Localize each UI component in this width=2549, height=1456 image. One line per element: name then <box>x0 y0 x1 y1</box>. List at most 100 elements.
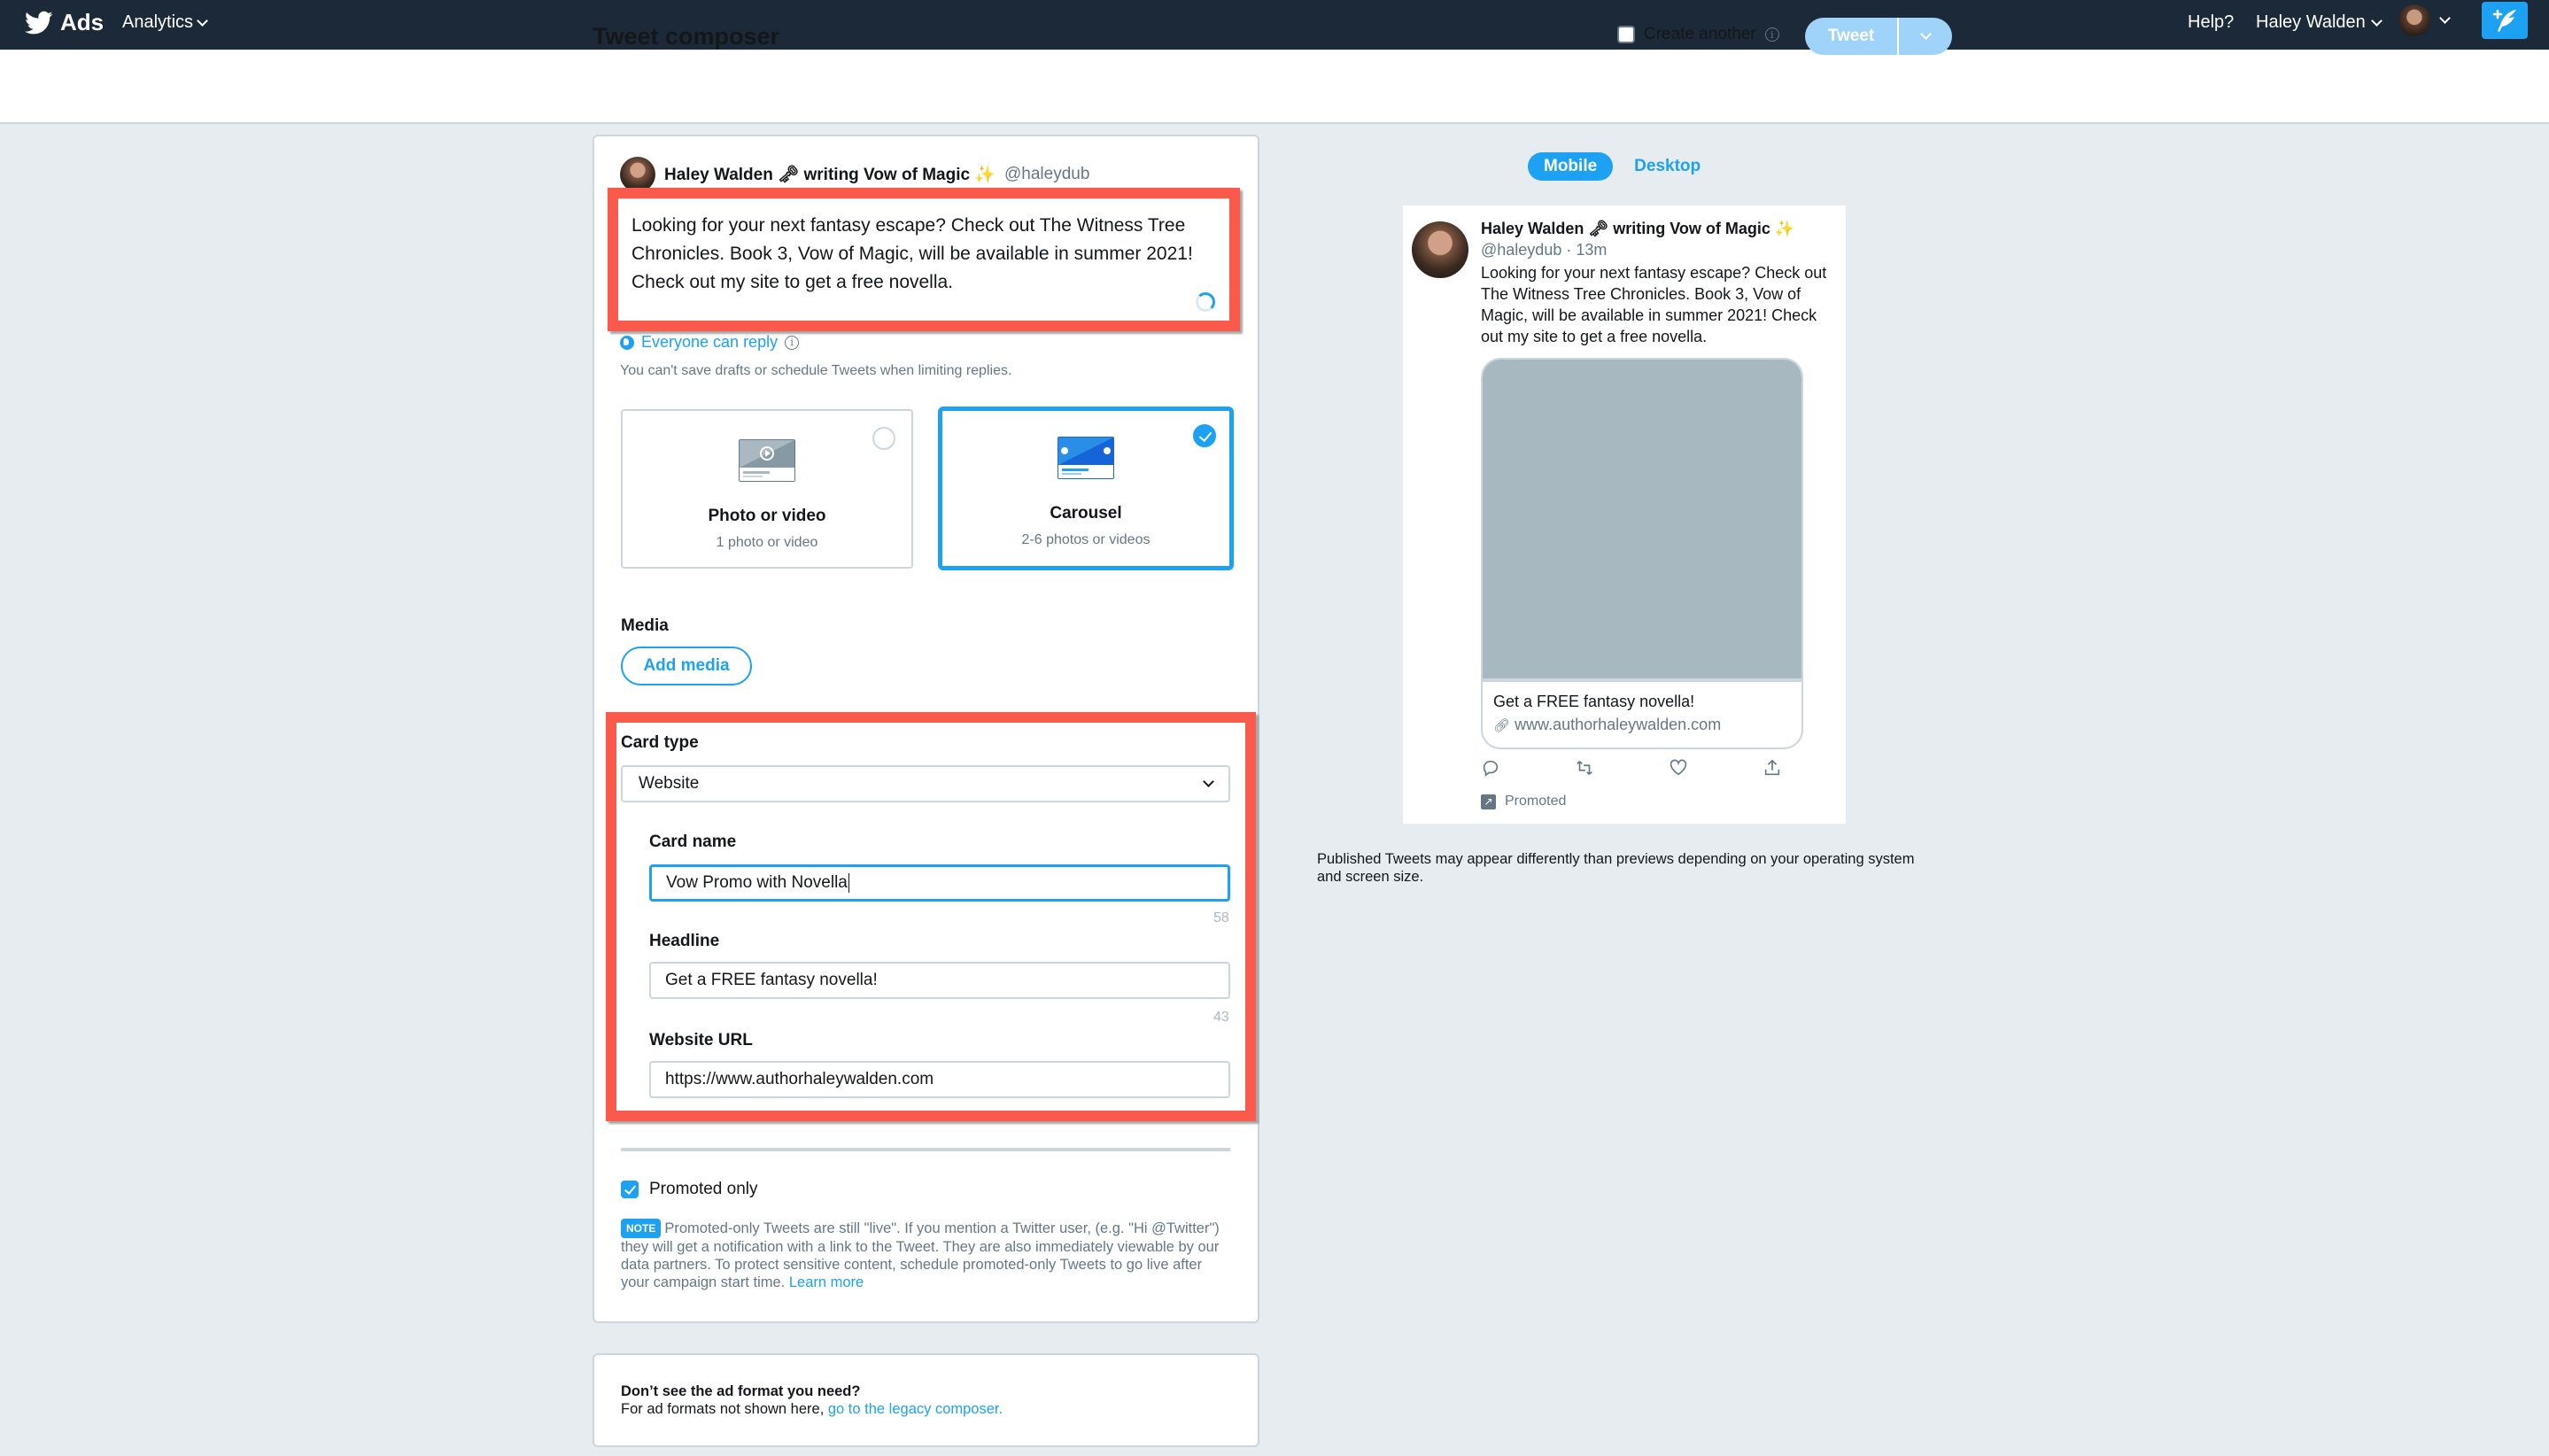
chevron-down-icon <box>197 14 208 27</box>
card-type-label: Card type <box>621 733 699 752</box>
card-name-char-count: 58 <box>1213 910 1229 925</box>
preview-tweet-text: Looking for your next fantasy escape? Ch… <box>1481 264 1827 345</box>
media-label: Media <box>621 616 669 635</box>
format-title: Photo or video <box>708 507 826 525</box>
card-name-input[interactable]: Vow Promo with Novella <box>649 864 1230 902</box>
card-type-value: Website <box>639 774 700 793</box>
author-handle: @haleydub <box>1003 165 1090 183</box>
preview-card-headline: Get a FREE fantasy novella! <box>1493 693 1695 710</box>
divider <box>621 1148 1230 1151</box>
top-nav-bar <box>0 0 2549 50</box>
chevron-down-icon <box>1203 776 1214 787</box>
preview-handle-time: @haleydub · 13m <box>1481 241 1608 259</box>
tweet-text-input[interactable]: Looking for your next fantasy escape? Ch… <box>616 198 1231 322</box>
tweet-author: Haley Walden 🗝 writing Vow of Magic ✨ @h… <box>620 157 1089 192</box>
legacy-text: For ad formats not shown here, go to the… <box>621 1401 1003 1418</box>
legacy-text-body: For ad formats not shown here, <box>621 1401 828 1417</box>
avatar <box>1412 221 1468 278</box>
headline-input[interactable]: Get a FREE fantasy novella! <box>649 962 1230 999</box>
promoted-icon: ↗ <box>1481 794 1496 809</box>
page-title: Tweet composer <box>593 23 780 50</box>
radio-button-selected[interactable] <box>1193 424 1216 447</box>
reply-icon <box>1483 760 1499 777</box>
format-title: Carousel <box>1050 504 1122 523</box>
analytics-menu[interactable]: Analytics <box>122 12 208 33</box>
preview-author-name: Haley Walden 🗝 writing Vow of Magic ✨ <box>1481 220 1795 237</box>
card-name-value: Vow Promo with Novella <box>666 873 848 892</box>
note-badge: NOTE <box>621 1219 662 1238</box>
avatar[interactable] <box>2398 4 2430 36</box>
preview-card-url: 🔗︎ www.authorhaleywalden.com <box>1493 716 1721 734</box>
format-option-carousel[interactable]: Carousel 2-6 photos or videos <box>938 407 1234 570</box>
preview-media-placeholder <box>1483 360 1801 682</box>
reply-setting-button[interactable]: Everyone can reply i <box>620 333 800 352</box>
promoted-only-checkbox[interactable]: Promoted only <box>621 1180 758 1199</box>
reply-setting-label: Everyone can reply <box>641 333 779 351</box>
avatar <box>620 157 655 192</box>
legacy-composer-card <box>593 1353 1259 1447</box>
text-caret <box>848 873 850 893</box>
card-name-label: Card name <box>649 833 737 851</box>
preview-disclaimer: Published Tweets may appear differently … <box>1317 851 1915 885</box>
format-option-photo-video[interactable]: Photo or video 1 photo or video <box>621 409 913 569</box>
create-another-checkbox[interactable]: Create another i <box>1617 25 1779 44</box>
chevron-down-icon <box>1919 28 1932 40</box>
globe-icon <box>620 335 634 350</box>
promoted-only-note: NOTE Promoted-only Tweets are still "live… <box>621 1219 1232 1291</box>
info-icon[interactable]: i <box>1764 27 1779 42</box>
ads-logo[interactable]: Ads <box>25 9 104 36</box>
preview-tweet-actions <box>1481 758 1782 778</box>
tweet-options-dropdown[interactable] <box>1897 18 1952 55</box>
legacy-title: Don’t see the ad format you need? <box>621 1383 861 1399</box>
headline-label: Headline <box>649 932 720 950</box>
chevron-down-icon <box>2439 12 2451 24</box>
carousel-icon <box>1058 437 1114 479</box>
chevron-down-icon <box>2370 14 2382 27</box>
page-header <box>0 50 2549 124</box>
radio-button[interactable] <box>872 427 895 450</box>
promoted-text: Promoted <box>1505 794 1567 809</box>
brand-label: Ads <box>60 9 105 35</box>
info-icon[interactable]: i <box>785 335 800 350</box>
author-name: Haley Walden 🗝 writing Vow of Magic ✨ <box>664 166 996 184</box>
preview-card-url-text: www.authorhaleywalden.com <box>1515 716 1722 733</box>
create-another-label: Create another <box>1644 25 1756 43</box>
analytics-label: Analytics <box>122 12 194 32</box>
tweet-button-group: Tweet <box>1805 18 1952 55</box>
note-text: Promoted-only Tweets are still "live". I… <box>621 1220 1220 1290</box>
preview-promoted-label: ↗ Promoted <box>1481 794 1566 809</box>
checkbox[interactable] <box>1617 26 1635 43</box>
tab-mobile[interactable]: Mobile <box>1528 152 1614 181</box>
reply-note: You can't save drafts or schedule Tweets… <box>620 363 1012 378</box>
preview-tabs: Mobile Desktop <box>1528 152 1706 181</box>
link-icon: 🔗︎ <box>1493 718 1511 733</box>
legacy-composer-link[interactable]: go to the legacy composer. <box>828 1401 1003 1417</box>
learn-more-link[interactable]: Learn more <box>789 1274 864 1290</box>
character-count-ring-icon <box>1196 292 1215 312</box>
retweet-icon <box>1577 761 1592 775</box>
add-media-button[interactable]: Add media <box>621 647 752 685</box>
tweet-button[interactable]: Tweet <box>1805 18 1897 55</box>
headline-value: Get a FREE fantasy novella! <box>665 971 878 989</box>
account-menu[interactable]: Haley Walden <box>2256 12 2382 33</box>
like-icon <box>1670 759 1687 776</box>
compose-tweet-button[interactable] <box>2482 2 2528 39</box>
website-url-label: Website URL <box>649 1031 753 1049</box>
website-url-value: https://www.authorhaleywalden.com <box>665 1070 934 1088</box>
preview-website-card: Get a FREE fantasy novella! 🔗︎ www.autho… <box>1481 358 1803 749</box>
twitter-bird-icon <box>25 11 53 34</box>
avatar-menu-toggle[interactable] <box>2439 11 2451 27</box>
format-subtitle: 2-6 photos or videos <box>1021 532 1151 547</box>
promoted-only-label: Promoted only <box>649 1180 758 1198</box>
tab-desktop[interactable]: Desktop <box>1629 152 1706 181</box>
checkbox-checked[interactable] <box>621 1181 639 1198</box>
photo-video-icon <box>739 439 795 482</box>
share-icon <box>1764 759 1780 776</box>
headline-char-count: 43 <box>1213 1010 1229 1025</box>
account-name: Haley Walden <box>2256 12 2366 32</box>
card-type-select[interactable]: Website <box>621 765 1230 802</box>
format-subtitle: 1 photo or video <box>716 535 818 550</box>
compose-tweet-icon <box>2492 9 2516 32</box>
help-link[interactable]: Help? <box>2188 12 2234 33</box>
website-url-input[interactable]: https://www.authorhaleywalden.com <box>649 1061 1230 1098</box>
